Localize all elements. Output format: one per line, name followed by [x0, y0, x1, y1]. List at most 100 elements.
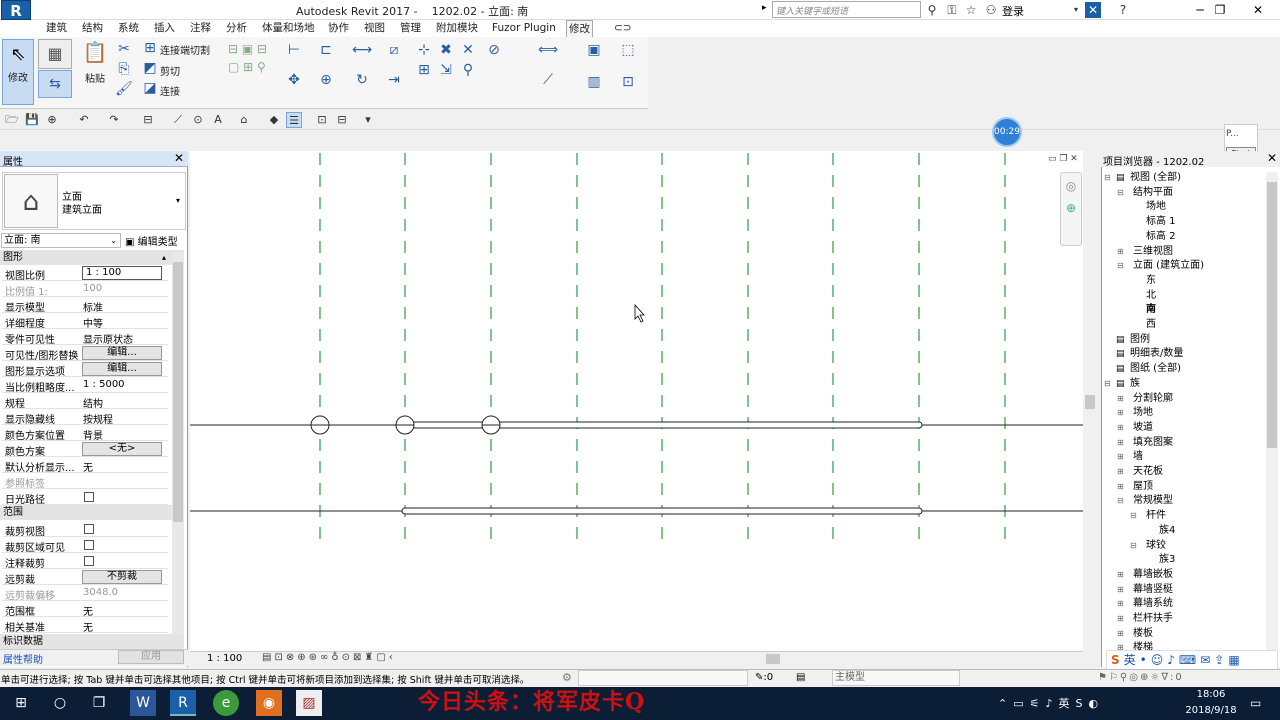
- property-edit-button[interactable]: 不剪裁: [82, 570, 162, 584]
- help-icon[interactable]: ?: [1115, 2, 1131, 18]
- view-window-controls[interactable]: ▭ ❐ ✕: [1048, 154, 1078, 164]
- browser-node[interactable]: 屋顶: [1133, 480, 1153, 494]
- thin-lines-icon[interactable]: ☰: [286, 112, 302, 128]
- tab-3[interactable]: 插入: [152, 20, 177, 37]
- property-checkbox[interactable]: [84, 556, 94, 566]
- tab-8[interactable]: 视图: [362, 20, 387, 37]
- property-value[interactable]: 结构: [83, 395, 103, 410]
- system-tray-icons[interactable]: ⌃▭⚟♪英S◐: [998, 695, 1104, 711]
- edit-type-button[interactable]: ▣ 编辑类型: [125, 233, 178, 248]
- task-view-icon[interactable]: ❐: [86, 690, 112, 716]
- notification-icon[interactable]: ▭: [1250, 696, 1261, 710]
- join-cut-button[interactable]: 连接端切割: [160, 42, 210, 57]
- tab-2[interactable]: 系统: [116, 20, 141, 37]
- trim-extend-icon[interactable]: ⇥: [384, 70, 404, 90]
- browser-node[interactable]: 结构平面: [1133, 186, 1173, 200]
- ribbon-options-icon[interactable]: ⊂⊃: [612, 20, 634, 37]
- trim-icon[interactable]: ✖: [436, 40, 456, 60]
- move-icon[interactable]: ✥: [284, 70, 304, 90]
- browser-node[interactable]: 标高 1: [1146, 215, 1176, 229]
- instance-selector[interactable]: 立面: 南 ⌄: [1, 233, 121, 248]
- customize-icon[interactable]: ▾: [360, 112, 376, 128]
- property-value[interactable]: 按规程: [83, 411, 113, 426]
- properties-scrollbar[interactable]: [172, 252, 184, 634]
- undo-icon[interactable]: ↶: [76, 112, 92, 128]
- search-expand-icon[interactable]: ▸: [762, 3, 767, 13]
- ime-toolbar[interactable]: S英•☺♪⌨✉⇪▦: [1106, 650, 1278, 670]
- cut-icon[interactable]: ✂: [114, 39, 134, 59]
- tree-expander-icon[interactable]: ⊟: [1104, 171, 1111, 185]
- group-extents[interactable]: 范围: [0, 505, 184, 520]
- search-input[interactable]: 键入关键字或短语: [772, 1, 921, 18]
- favorite-star-icon[interactable]: ☆: [963, 2, 979, 18]
- clock-time[interactable]: 18:06: [1192, 689, 1230, 700]
- design-option-dropdown[interactable]: 主模型: [832, 670, 960, 686]
- create-parts-icon[interactable]: ▥: [584, 72, 604, 92]
- browser-app-icon[interactable]: e: [213, 690, 239, 716]
- tag-icon[interactable]: ⊙: [190, 112, 206, 128]
- browser-node[interactable]: 族: [1130, 377, 1140, 391]
- login-link[interactable]: 登录: [1002, 3, 1024, 19]
- app-menu-button[interactable]: R: [1, 0, 31, 20]
- tree-expander-icon[interactable]: ⊞: [1117, 450, 1124, 464]
- word-app-icon[interactable]: W: [130, 690, 156, 716]
- browser-node[interactable]: 北: [1146, 289, 1156, 303]
- open-icon[interactable]: 🗁: [4, 112, 20, 128]
- split-icon[interactable]: ⊹: [414, 40, 434, 60]
- wechat-tray-icon[interactable]: ◐: [1089, 697, 1105, 710]
- tab-5[interactable]: 分析: [224, 20, 249, 37]
- browser-node[interactable]: 族4: [1159, 524, 1175, 538]
- browser-scroll-thumb[interactable]: [1267, 182, 1277, 448]
- modify-button[interactable]: ⇖ 修改: [2, 39, 34, 105]
- tree-expander-icon[interactable]: ⊟: [1104, 377, 1111, 391]
- section-icon[interactable]: ◆: [266, 112, 282, 128]
- align-icon[interactable]: ⊢: [284, 40, 304, 60]
- switch-windows-icon[interactable]: ⊟: [334, 112, 350, 128]
- tab-7[interactable]: 协作: [326, 20, 351, 37]
- apply-button[interactable]: 应用: [118, 650, 184, 664]
- tab-12[interactable]: 修改: [566, 20, 593, 37]
- browser-node[interactable]: 幕墙竖梃: [1133, 583, 1173, 597]
- clock-date[interactable]: 2018/9/18: [1180, 705, 1242, 716]
- delete-icon[interactable]: ✕: [458, 40, 478, 60]
- match-properties-icon[interactable]: 🖌: [114, 79, 134, 99]
- workset-icon[interactable]: ⚙: [562, 671, 572, 684]
- property-checkbox[interactable]: [84, 492, 94, 502]
- browser-node[interactable]: 标高 2: [1146, 230, 1176, 244]
- cut-geometry-button[interactable]: 剪切: [160, 63, 180, 78]
- browser-node[interactable]: 栏杆扶手: [1133, 612, 1173, 626]
- browser-node[interactable]: 西: [1146, 318, 1156, 332]
- exchange-apps-icon[interactable]: ✕: [1085, 2, 1101, 18]
- dimension-icon[interactable]: ⟋: [538, 70, 558, 90]
- tree-expander-icon[interactable]: ⊞: [1117, 392, 1124, 406]
- search-icon[interactable]: ○: [47, 690, 73, 716]
- browser-node[interactable]: 坡道: [1133, 421, 1153, 435]
- mirror-axis-icon[interactable]: ⟷: [352, 40, 372, 60]
- tree-expander-icon[interactable]: ⊞: [1117, 436, 1124, 450]
- tree-expander-icon[interactable]: ⊞: [1117, 597, 1124, 611]
- browser-node[interactable]: 三维视图: [1133, 245, 1173, 259]
- tab-0[interactable]: 建筑: [44, 20, 69, 37]
- canvas-vertical-scrollbar[interactable]: [1083, 151, 1097, 651]
- property-edit-button[interactable]: 编辑...: [82, 346, 162, 360]
- view-scale[interactable]: 1 : 100: [207, 653, 242, 664]
- rod-member[interactable]: [401, 507, 923, 515]
- volume-icon[interactable]: ♪: [1046, 697, 1059, 710]
- tree-expander-icon[interactable]: ⊟: [1130, 539, 1137, 553]
- chevron-down-icon[interactable]: ▾: [1068, 2, 1084, 18]
- tree-expander-icon[interactable]: ⊟: [1117, 186, 1124, 200]
- browser-node[interactable]: 明细表/数量: [1130, 347, 1183, 361]
- collapse-icon[interactable]: ▴: [162, 250, 166, 265]
- property-value[interactable]: 无: [83, 619, 93, 634]
- tree-expander-icon[interactable]: ⊟: [1117, 494, 1124, 508]
- editable-count[interactable]: ✎:0: [755, 672, 773, 683]
- close-hidden-icon[interactable]: ⊡: [314, 112, 330, 128]
- user-icon[interactable]: ⚇: [983, 2, 999, 18]
- measure-icon[interactable]: ⟺: [538, 40, 558, 60]
- browser-node[interactable]: 分割轮廓: [1133, 392, 1173, 406]
- 3d-view-icon[interactable]: ⌂: [236, 112, 252, 128]
- browser-node[interactable]: 幕墙系统: [1133, 597, 1173, 611]
- browser-node[interactable]: 图纸 (全部): [1130, 362, 1181, 376]
- property-checkbox[interactable]: [84, 524, 94, 534]
- property-value[interactable]: 1 : 100: [82, 266, 162, 280]
